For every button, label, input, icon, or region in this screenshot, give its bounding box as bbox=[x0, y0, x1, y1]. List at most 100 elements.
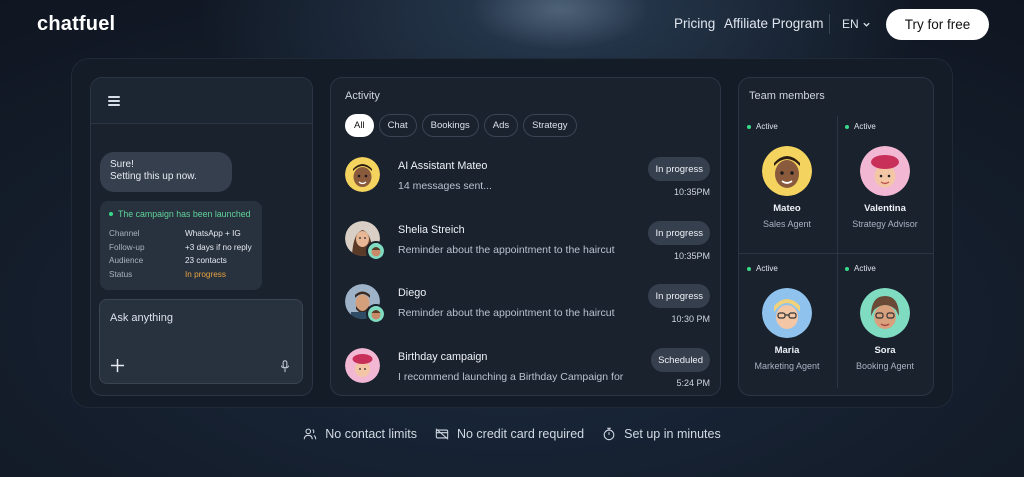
language-label: EN bbox=[842, 17, 859, 31]
campaign-value: WhatsApp + IG bbox=[185, 229, 241, 238]
member-status: Active bbox=[845, 122, 876, 131]
avatar bbox=[345, 348, 380, 383]
activity-item[interactable]: Shelia Streich Reminder about the appoin… bbox=[331, 221, 720, 281]
campaign-key: Channel bbox=[109, 229, 140, 238]
avatar bbox=[860, 146, 910, 196]
filter-chip-ads[interactable]: Ads bbox=[483, 114, 519, 137]
activity-name: Shelia Streich bbox=[398, 224, 465, 236]
feature-label: No credit card required bbox=[456, 427, 585, 441]
campaign-value: 23 contacts bbox=[185, 256, 227, 265]
feature-item: No credit card required bbox=[435, 424, 584, 444]
activity-message: 14 messages sent... bbox=[398, 180, 492, 192]
avatar bbox=[860, 288, 910, 338]
team-member-card[interactable]: Active Sora Booking Agent bbox=[837, 258, 933, 393]
member-role: Sales Agent bbox=[762, 219, 812, 229]
campaign-row: Status In progress bbox=[109, 268, 253, 282]
active-dot-icon bbox=[845, 124, 849, 129]
member-status-label: Active bbox=[854, 122, 876, 131]
activity-item[interactable]: AI Assistant Mateo 14 messages sent... I… bbox=[331, 157, 720, 217]
member-name: Sora bbox=[874, 345, 896, 356]
active-dot-icon bbox=[845, 266, 849, 271]
team-member-card[interactable]: Active Valentina Strategy Advisor bbox=[837, 116, 933, 251]
activity-time: 10:35PM bbox=[673, 187, 710, 197]
filter-chip-all[interactable]: All bbox=[345, 114, 374, 137]
filter-chip-bookings[interactable]: Bookings bbox=[421, 114, 479, 137]
filter-chip-strategy[interactable]: Strategy bbox=[523, 114, 577, 137]
status-badge: In progress bbox=[648, 157, 710, 181]
campaign-key: Audience bbox=[109, 256, 144, 265]
users-icon bbox=[304, 428, 317, 440]
assistant-message-bubble: Sure! Setting this up now. bbox=[100, 152, 232, 192]
microphone-icon[interactable] bbox=[280, 360, 290, 373]
feature-highlights: No contact limits No credit card require… bbox=[0, 424, 1024, 444]
campaign-row: Channel WhatsApp + IG bbox=[109, 227, 253, 241]
campaign-status-value: In progress bbox=[185, 269, 226, 279]
campaign-value: +3 days if no reply bbox=[185, 242, 252, 252]
member-status: Active bbox=[845, 264, 876, 273]
status-badge: In progress bbox=[648, 221, 710, 245]
member-name: Mateo bbox=[773, 203, 801, 214]
hamburger-menu-icon[interactable] bbox=[108, 96, 120, 106]
team-title: Team members bbox=[749, 90, 825, 102]
language-selector[interactable]: EN bbox=[842, 17, 871, 31]
activity-name: Diego bbox=[398, 287, 427, 299]
plus-icon[interactable] bbox=[110, 358, 125, 373]
member-status: Active bbox=[747, 122, 778, 131]
assistant-avatar bbox=[366, 304, 386, 324]
nav-affiliate-link[interactable]: Affiliate Program bbox=[724, 16, 824, 31]
chevron-down-icon bbox=[863, 22, 870, 27]
member-role: Marketing Agent bbox=[754, 361, 820, 371]
bubble-line-1: Sure! bbox=[110, 159, 134, 170]
member-name: Valentina bbox=[864, 203, 906, 214]
team-member-card[interactable]: Active Mateo Sales Agent bbox=[739, 116, 835, 251]
member-status-label: Active bbox=[854, 264, 876, 273]
activity-item[interactable]: Birthday campaign I recommend launching … bbox=[331, 348, 720, 395]
member-name: Maria bbox=[774, 345, 800, 356]
team-grid-divider bbox=[739, 253, 933, 254]
active-dot-icon bbox=[747, 124, 751, 129]
activity-time: 5:24 PM bbox=[676, 378, 710, 388]
team-members-panel: Team members Active Mateo Sales Agent Ac… bbox=[738, 77, 934, 396]
try-for-free-button[interactable]: Try for free bbox=[886, 9, 989, 40]
activity-panel: Activity All Chat Bookings Ads Strategy … bbox=[330, 77, 721, 396]
feature-label: No contact limits bbox=[325, 427, 417, 441]
feature-item: No contact limits bbox=[303, 424, 417, 444]
credit-card-off-icon bbox=[435, 428, 449, 440]
avatar bbox=[762, 288, 812, 338]
avatar bbox=[762, 146, 812, 196]
assistant-avatar bbox=[366, 241, 386, 261]
nav-divider bbox=[829, 14, 830, 34]
activity-message: I recommend launching a Birthday Campaig… bbox=[398, 371, 624, 383]
stopwatch-icon bbox=[603, 427, 615, 441]
status-badge: In progress bbox=[648, 284, 710, 308]
nav-pricing-link[interactable]: Pricing bbox=[674, 16, 715, 31]
activity-time: 10:30 PM bbox=[671, 314, 710, 324]
chatfuel-logo[interactable]: chatfuel bbox=[37, 13, 115, 36]
member-role: Strategy Advisor bbox=[852, 219, 918, 229]
activity-name: Birthday campaign bbox=[398, 351, 488, 363]
feature-item: Set up in minutes bbox=[602, 424, 721, 444]
status-badge: Scheduled bbox=[651, 348, 710, 372]
active-dot-icon bbox=[747, 266, 751, 271]
bubble-line-2: Setting this up now. bbox=[110, 171, 197, 182]
ask-placeholder: Ask anything bbox=[110, 312, 173, 324]
member-status-label: Active bbox=[756, 264, 778, 273]
avatar bbox=[345, 157, 380, 192]
campaign-title-text: The campaign has been launched bbox=[118, 209, 251, 219]
member-status-label: Active bbox=[756, 122, 778, 131]
campaign-row: Follow-up +3 days if no reply bbox=[109, 241, 253, 255]
campaign-status-card: The campaign has been launched Channel Wh… bbox=[100, 201, 262, 290]
member-role: Booking Agent bbox=[855, 361, 915, 371]
feature-label: Set up in minutes bbox=[624, 427, 721, 441]
member-status: Active bbox=[747, 264, 778, 273]
campaign-title: The campaign has been launched bbox=[109, 209, 253, 219]
activity-item[interactable]: Diego Reminder about the appointment to … bbox=[331, 284, 720, 344]
team-member-card[interactable]: Active Maria Marketing Agent bbox=[739, 258, 835, 393]
filter-chip-chat[interactable]: Chat bbox=[378, 114, 417, 137]
campaign-row: Audience 23 contacts bbox=[109, 254, 253, 268]
status-dot-icon bbox=[109, 212, 113, 216]
activity-title: Activity bbox=[345, 90, 380, 102]
activity-time: 10:35PM bbox=[673, 251, 710, 261]
site-header: chatfuel Pricing Affiliate Program EN Tr… bbox=[0, 0, 1024, 48]
ask-anything-input[interactable]: Ask anything bbox=[99, 299, 303, 384]
